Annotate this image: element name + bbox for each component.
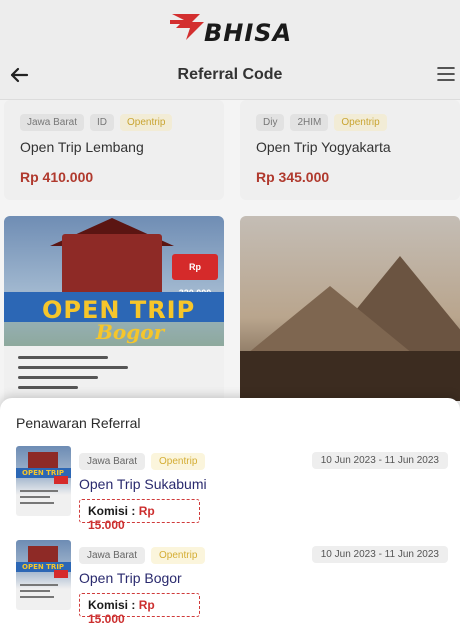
offer-date: 10 Jun 2023 - 11 Jun 2023	[311, 546, 448, 563]
card-tags: Diy 2HIM Opentrip	[256, 114, 391, 131]
mountain-photo-image[interactable]	[240, 216, 460, 401]
commission-badge: Komisi : Rp 15.000	[79, 593, 200, 626]
offer-tags: Jawa Barat Opentrip	[79, 453, 206, 470]
poster-price: Rp 320.000	[172, 254, 218, 298]
commission-badge: Komisi : Rp 15.000	[79, 499, 200, 532]
offer-date: 10 Jun 2023 - 11 Jun 2023	[311, 452, 448, 469]
tag-region: Jawa Barat	[20, 114, 85, 131]
offer-tags: Jawa Barat Opentrip	[79, 547, 206, 564]
brand-name: BHISA	[204, 19, 293, 47]
sheet-title: Penawaran Referral	[16, 415, 141, 431]
tag-type: Opentrip	[151, 547, 206, 564]
card-price: Rp 410.000	[20, 169, 94, 185]
page-title: Referral Code	[177, 66, 283, 83]
poster-subtitle: Bogor	[96, 320, 165, 344]
tag-type: Opentrip	[120, 114, 173, 131]
referral-offers-sheet: Penawaran Referral OPEN TRIP Jawa Barat …	[0, 398, 460, 631]
tag-region: Diy	[256, 114, 285, 131]
card-title: Open Trip Yogyakarta	[256, 139, 391, 155]
logo-bar: BHISA	[0, 0, 460, 50]
tag-code: 2HIM	[290, 114, 329, 131]
commission-label: Komisi :	[88, 504, 136, 518]
tag-code: ID	[90, 114, 115, 131]
card-title: Open Trip Lembang	[20, 139, 144, 155]
offer-item-sukabumi[interactable]: OPEN TRIP Jawa Barat Opentrip 10 Jun 202…	[16, 446, 448, 532]
card-tags: Jawa Barat ID Opentrip	[20, 114, 173, 131]
nav-bar: Referral Code	[0, 50, 460, 100]
offer-title: Open Trip Sukabumi	[79, 476, 207, 492]
card-price: Rp 345.000	[256, 169, 330, 185]
offer-item-bogor[interactable]: OPEN TRIP Jawa Barat Opentrip 10 Jun 202…	[16, 540, 448, 626]
offer-thumbnail: OPEN TRIP	[16, 446, 71, 516]
tag-region: Jawa Barat	[79, 453, 146, 470]
commission-label: Komisi :	[88, 598, 136, 612]
tag-type: Opentrip	[334, 114, 387, 131]
menu-icon[interactable]	[436, 64, 456, 84]
product-card-lembang[interactable]: Jawa Barat ID Opentrip Open Trip Lembang…	[4, 100, 224, 200]
product-card-yogyakarta[interactable]: Diy 2HIM Opentrip Open Trip Yogyakarta R…	[240, 100, 460, 200]
tag-region: Jawa Barat	[79, 547, 146, 564]
tag-type: Opentrip	[151, 453, 206, 470]
bogor-poster-image[interactable]: Rp 320.000 OPEN TRIP Bogor	[4, 216, 224, 401]
offer-thumbnail: OPEN TRIP	[16, 540, 71, 610]
bhisa-logo: BHISA	[170, 8, 295, 47]
offer-title: Open Trip Bogor	[79, 570, 182, 586]
